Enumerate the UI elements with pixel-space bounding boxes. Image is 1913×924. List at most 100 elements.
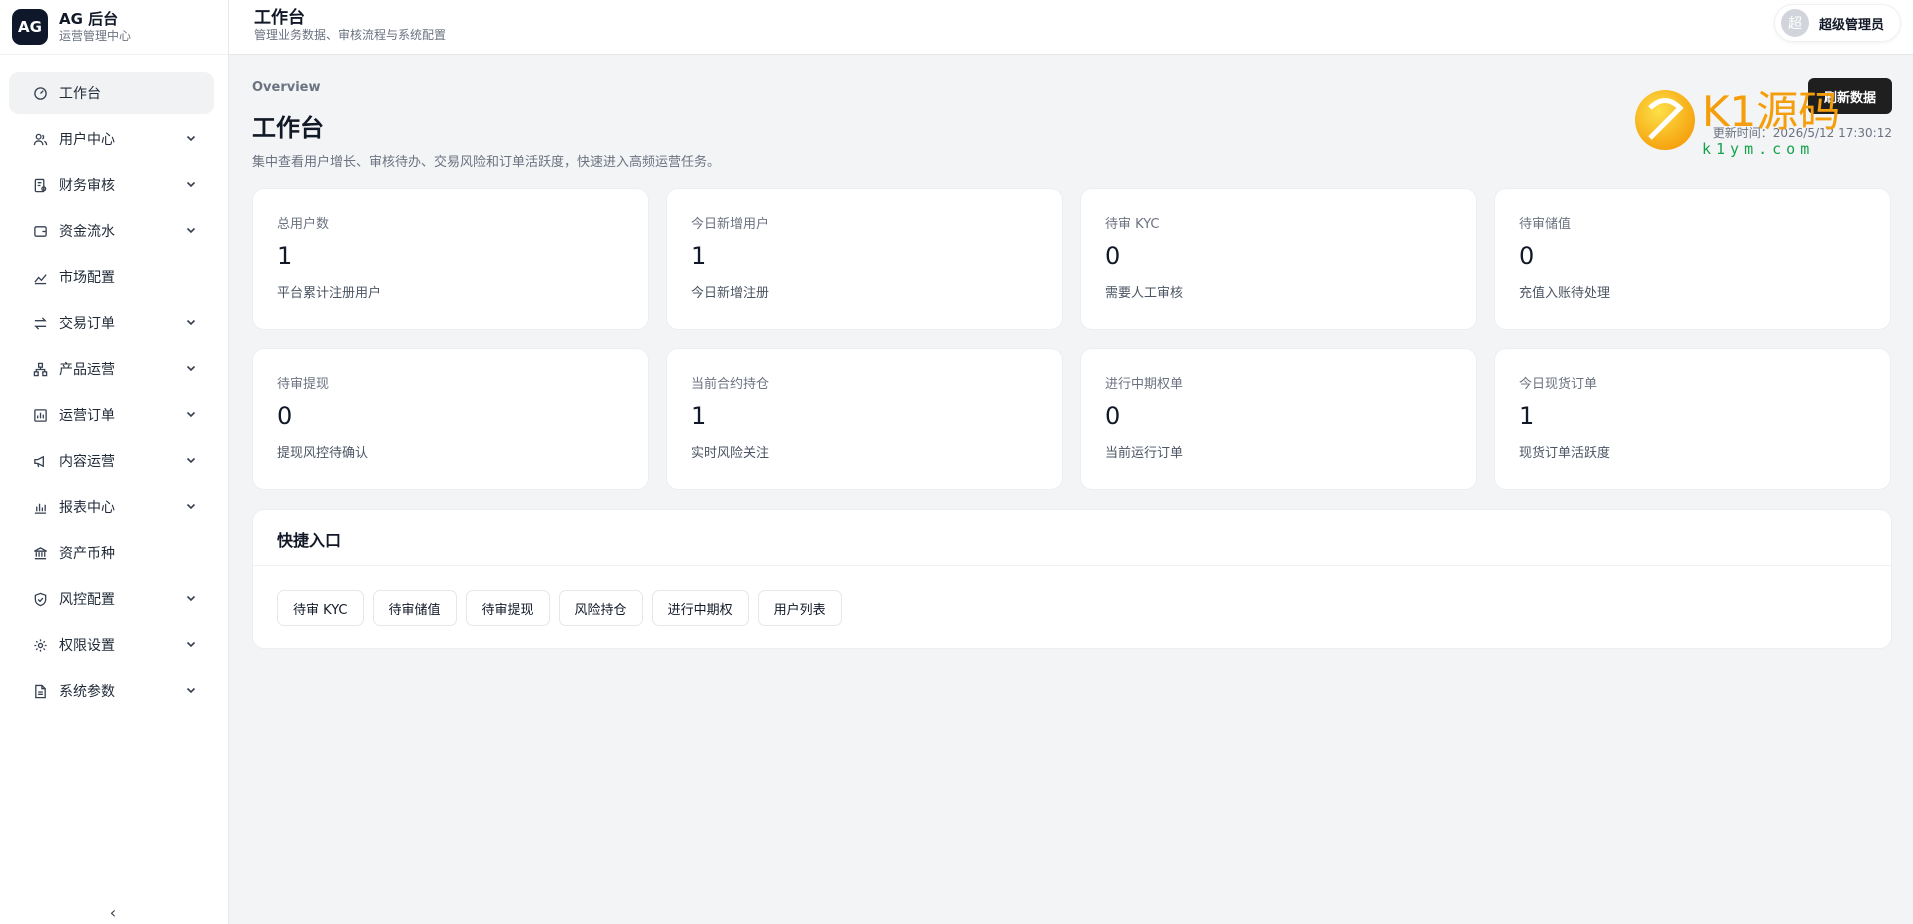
chevron-down-icon[interactable]	[184, 407, 198, 421]
collapse-sidebar-icon[interactable]: ‹	[103, 902, 123, 922]
stat-note: 平台累计注册用户	[277, 286, 382, 301]
swap-icon	[32, 315, 48, 331]
watermark-logo: K1源码 k1ym.com	[1635, 87, 1840, 158]
stat-card: 今日新增用户 1 今日新增注册	[666, 188, 1063, 330]
stat-value: 0	[1105, 242, 1121, 270]
sidebar-item-label: 产品运营	[59, 362, 115, 378]
stat-label: 今日新增用户	[691, 217, 770, 232]
quick-entry-button[interactable]: 进行中期权	[651, 590, 749, 626]
chevron-down-icon[interactable]	[184, 177, 198, 191]
chevron-down-icon[interactable]	[184, 591, 198, 605]
top-header: 工作台 管理业务数据、审核流程与系统配置 超 超级管理员	[229, 0, 1913, 55]
sidebar-item-label: 系统参数	[59, 684, 115, 700]
shield-icon	[32, 591, 48, 607]
stat-label: 待审 KYC	[1105, 217, 1160, 232]
brand-title: AG 后台	[59, 10, 119, 28]
quick-entry-button[interactable]: 待审提现	[465, 590, 550, 626]
chevron-down-icon[interactable]	[184, 453, 198, 467]
quick-entry-button[interactable]: 待审储值	[372, 590, 457, 626]
stat-note: 现货订单活跃度	[1519, 446, 1611, 461]
sidebar-item-label: 运营订单	[59, 408, 115, 424]
sidebar-item-label: 风控配置	[59, 592, 115, 608]
chevron-down-icon[interactable]	[184, 131, 198, 145]
page-description: 集中查看用户增长、审核待办、交易风险和订单活跃度，快速进入高频运营任务。	[252, 155, 721, 170]
sidebar-item-7[interactable]: 运营订单	[9, 394, 214, 436]
stat-card: 当前合约持仓 1 实时风险关注	[666, 348, 1063, 490]
sidebar-item-5[interactable]: 交易订单	[9, 302, 214, 344]
sidebar-item-label: 权限设置	[59, 638, 115, 654]
stat-label: 待审储值	[1519, 217, 1572, 232]
stat-value: 1	[277, 242, 293, 270]
stat-note: 今日新增注册	[691, 286, 770, 301]
chevron-down-icon[interactable]	[184, 361, 198, 375]
wallet-icon	[32, 223, 48, 239]
stat-card: 待审提现 0 提现风控待确认	[252, 348, 649, 490]
avatar: 超	[1780, 9, 1809, 37]
stat-value: 1	[691, 242, 707, 270]
header-subtitle: 管理业务数据、审核流程与系统配置	[254, 28, 447, 42]
chevron-down-icon[interactable]	[184, 315, 198, 329]
file-icon	[32, 683, 48, 699]
user-menu[interactable]: 超 超级管理员	[1773, 4, 1901, 42]
chevron-down-icon[interactable]	[184, 683, 198, 697]
stat-card: 总用户数 1 平台累计注册用户	[252, 188, 649, 330]
sidebar-item-9[interactable]: 报表中心	[9, 486, 214, 528]
brand[interactable]: AG AG 后台 运营管理中心	[0, 0, 228, 55]
trend-icon	[32, 269, 48, 285]
quick-entry-button[interactable]: 风险持仓	[558, 590, 643, 626]
network-icon	[32, 361, 48, 377]
quick-entry-buttons: 待审 KYC 待审储值 待审提现 风险持仓 进行中期权 用户列表	[253, 566, 1891, 650]
chevron-down-icon[interactable]	[184, 499, 198, 513]
sidebar-item-0[interactable]: 工作台	[9, 72, 214, 114]
page-title: 工作台	[252, 114, 324, 142]
stat-value: 0	[1105, 402, 1121, 430]
watermark-url: k1ym.com	[1702, 140, 1814, 158]
quick-entry-title: 快捷入口	[253, 510, 1891, 566]
megaphone-icon	[32, 453, 48, 469]
header-title: 工作台	[254, 8, 305, 28]
sidebar-item-11[interactable]: 风控配置	[9, 578, 214, 620]
chevron-down-icon[interactable]	[184, 637, 198, 651]
sidebar-item-2[interactable]: 财务审核	[9, 164, 214, 206]
stat-value: 0	[277, 402, 293, 430]
watermark-text: K1源码	[1702, 87, 1840, 136]
brand-subtitle: 运营管理中心	[59, 29, 132, 43]
stat-value: 1	[691, 402, 707, 430]
stat-label: 当前合约持仓	[691, 377, 770, 392]
quick-entry-button[interactable]: 用户列表	[757, 590, 842, 626]
sidebar-item-8[interactable]: 内容运营	[9, 440, 214, 482]
stat-label: 进行中期权单	[1105, 377, 1184, 392]
dashboard-icon	[32, 85, 48, 101]
stat-card: 今日现货订单 1 现货订单活跃度	[1494, 348, 1891, 490]
sidebar: AG AG 后台 运营管理中心 工作台 用户中心 财务审核 资金流水市场配置交易订单产…	[0, 0, 229, 924]
chevron-down-icon[interactable]	[184, 223, 198, 237]
users-icon	[32, 131, 48, 147]
sidebar-item-10[interactable]: 资产币种	[9, 532, 214, 574]
sidebar-item-3[interactable]: 资金流水	[9, 210, 214, 252]
sidebar-item-label: 市场配置	[59, 270, 115, 286]
stat-card: 待审储值 0 充值入账待处理	[1494, 188, 1891, 330]
stat-note: 需要人工审核	[1105, 286, 1184, 301]
sidebar-nav: 工作台 用户中心 财务审核 资金流水市场配置交易订单产品运营运营订单内容运营报表中心资…	[0, 55, 228, 712]
quick-entry-panel: 快捷入口 待审 KYC 待审储值 待审提现 风险持仓 进行中期权 用户列表	[252, 509, 1892, 649]
quick-entry-button[interactable]: 待审 KYC	[277, 590, 364, 626]
stat-note: 提现风控待确认	[277, 446, 369, 461]
stats-grid: 总用户数 1 平台累计注册用户 今日新增用户 1 今日新增注册 待审 KYC 0 需要人工审核待…	[252, 188, 1892, 490]
brand-logo: AG	[12, 9, 48, 45]
stat-note: 充值入账待处理	[1519, 286, 1611, 301]
stat-card: 待审 KYC 0 需要人工审核	[1080, 188, 1477, 330]
sidebar-item-1[interactable]: 用户中心	[9, 118, 214, 160]
stat-note: 当前运行订单	[1105, 446, 1184, 461]
report-icon	[32, 407, 48, 423]
bank-icon	[32, 545, 48, 561]
sidebar-item-label: 报表中心	[59, 500, 115, 516]
bar-chart-icon	[32, 499, 48, 515]
stat-label: 今日现货订单	[1519, 377, 1598, 392]
stat-value: 0	[1519, 242, 1535, 270]
stat-card: 进行中期权单 0 当前运行订单	[1080, 348, 1477, 490]
sidebar-item-4[interactable]: 市场配置	[9, 256, 214, 298]
sidebar-item-6[interactable]: 产品运营	[9, 348, 214, 390]
stat-label: 待审提现	[277, 377, 330, 392]
sidebar-item-12[interactable]: 权限设置	[9, 624, 214, 666]
sidebar-item-13[interactable]: 系统参数	[9, 670, 214, 712]
